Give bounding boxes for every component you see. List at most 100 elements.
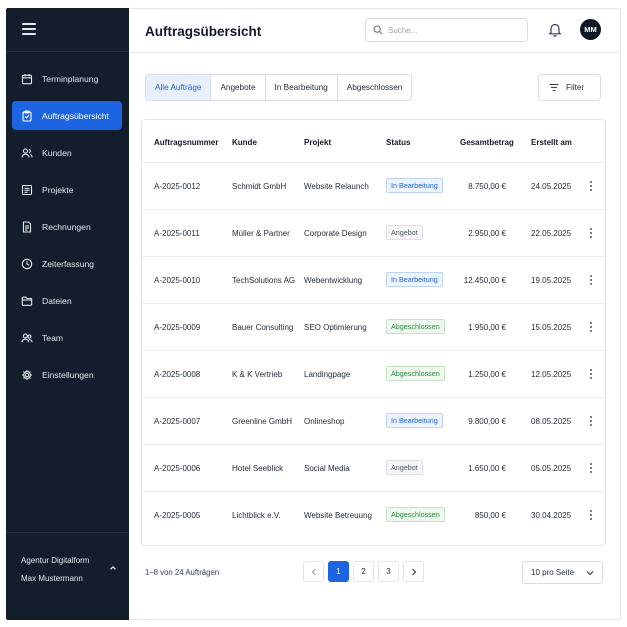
team-icon: [21, 333, 33, 342]
sidebar-item-team[interactable]: Team: [12, 323, 122, 352]
bell-icon[interactable]: [548, 22, 562, 37]
tab-in-bearbeitung[interactable]: In Bearbeitung: [265, 75, 338, 100]
tab-alle-auftraege[interactable]: Alle Aufträge: [146, 75, 212, 100]
more-actions-icon[interactable]: [588, 227, 594, 239]
app-window: Terminplanung Auftragsübersicht Kunden P…: [6, 8, 621, 620]
order-number: A-2025-0005: [154, 511, 201, 520]
sidebar: Terminplanung Auftragsübersicht Kunden P…: [6, 8, 129, 620]
previous-page-button[interactable]: [303, 561, 324, 582]
sidebar-item-label: Terminplanung: [42, 73, 99, 84]
page-button-2[interactable]: 2: [353, 561, 374, 582]
order-amount: 9.800,00 €: [468, 417, 506, 426]
calendar-icon: [21, 73, 33, 84]
customer-name: Müller & Partner: [232, 229, 290, 238]
chevron-down-icon: [586, 571, 594, 576]
page-size-value: 10 pro Seite: [531, 568, 575, 577]
table-row[interactable]: A-2025-0012 Schmidt GmbH Website Relaunc…: [142, 163, 605, 210]
sidebar-item-label: Projekte: [42, 184, 74, 195]
status-badge: Abgeschlossen: [386, 319, 445, 334]
menu-icon[interactable]: [22, 23, 36, 35]
customer-name: K & K Vertrieb: [232, 370, 283, 379]
sidebar-item-kunden[interactable]: Kunden: [12, 138, 122, 167]
next-page-button[interactable]: [403, 561, 424, 582]
pagination-info: 1–8 von 24 Aufträgen: [145, 568, 220, 577]
project-name: Social Media: [304, 464, 350, 473]
status-badge: Abgeschlossen: [386, 366, 445, 381]
table-row[interactable]: A-2025-0010 TechSolutions AG Webentwickl…: [142, 257, 605, 304]
chevron-up-icon[interactable]: [109, 564, 117, 572]
sidebar-item-dateien[interactable]: Dateien: [12, 286, 122, 315]
created-date: 24.05.2025: [531, 182, 572, 191]
page-title: Auftragsübersicht: [145, 24, 262, 39]
status-badge: Angebot: [386, 225, 423, 240]
search-icon: [373, 25, 383, 35]
column-header-auftragsnummer[interactable]: Auftragsnummer: [154, 138, 218, 147]
sidebar-item-terminplanung[interactable]: Terminplanung: [12, 64, 122, 93]
more-actions-icon[interactable]: [588, 180, 594, 192]
column-header-gesamtbetrag[interactable]: Gesamtbetrag: [460, 138, 514, 147]
tab-angebote[interactable]: Angebote: [211, 75, 266, 100]
sidebar-item-auftragsuebersicht[interactable]: Auftragsübersicht: [12, 101, 122, 130]
table-header: Auftragsnummer Kunde Projekt Status Gesa…: [142, 120, 605, 163]
sidebar-item-label: Auftragsübersicht: [42, 110, 109, 121]
table-row[interactable]: A-2025-0007 Greenline GmbH Onlineshop In…: [142, 398, 605, 445]
main-content: Auftragsübersicht MM Alle Aufträge Angeb…: [129, 8, 621, 620]
sidebar-divider: [6, 532, 129, 533]
status-badge: In Bearbeitung: [386, 178, 443, 193]
sidebar-item-einstellungen[interactable]: Einstellungen: [12, 360, 122, 389]
project-name: Onlineshop: [304, 417, 345, 426]
table-row[interactable]: A-2025-0009 Bauer Consulting SEO Optimie…: [142, 304, 605, 351]
table-row[interactable]: A-2025-0006 Hotel Seeblick Social Media …: [142, 445, 605, 492]
order-amount: 1.950,00 €: [468, 323, 506, 332]
page-button-3[interactable]: 3: [378, 561, 399, 582]
sidebar-item-label: Kunden: [42, 147, 72, 158]
status-badge: Abgeschlossen: [386, 507, 445, 522]
more-actions-icon[interactable]: [588, 415, 594, 427]
order-number: A-2025-0007: [154, 417, 201, 426]
chevron-left-icon: [311, 568, 316, 575]
filter-button[interactable]: Filter: [538, 74, 601, 101]
order-amount: 1.650,00 €: [468, 464, 506, 473]
filter-label: Filter: [566, 83, 585, 92]
customer-name: TechSolutions AG: [232, 276, 296, 285]
more-actions-icon[interactable]: [588, 462, 594, 474]
column-header-status[interactable]: Status: [386, 138, 410, 147]
table-row[interactable]: A-2025-0011 Müller & Partner Corporate D…: [142, 210, 605, 257]
avatar[interactable]: MM: [580, 19, 601, 40]
column-header-erstellt-am[interactable]: Erstellt am: [531, 138, 572, 147]
project-name: SEO Optimierung: [304, 323, 367, 332]
order-number: A-2025-0006: [154, 464, 201, 473]
tab-abgeschlossen[interactable]: Abgeschlossen: [337, 75, 412, 100]
page-size-select[interactable]: 10 pro Seite: [522, 561, 603, 584]
page-button-1[interactable]: 1: [328, 561, 349, 582]
column-header-kunde[interactable]: Kunde: [232, 138, 257, 147]
customer-name: Bauer Consulting: [232, 323, 294, 332]
created-date: 19.05.2025: [531, 276, 572, 285]
status-badge: In Bearbeitung: [386, 413, 443, 428]
status-badge: In Bearbeitung: [386, 272, 443, 287]
order-number: A-2025-0012: [154, 182, 201, 191]
customer-name: Hotel Seeblick: [232, 464, 284, 473]
sidebar-item-zeiterfassung[interactable]: Zeiterfassung: [12, 249, 122, 278]
more-actions-icon[interactable]: [588, 274, 594, 286]
project-name: Landingpage: [304, 370, 351, 379]
search-input[interactable]: [388, 25, 518, 35]
table-row[interactable]: A-2025-0008 K & K Vertrieb Landingpage A…: [142, 351, 605, 398]
project-name: Website Betreuung: [304, 511, 372, 520]
created-date: 22.05.2025: [531, 229, 572, 238]
order-amount: 12.450,00 €: [463, 276, 506, 285]
customer-name: Greenline GmbH: [232, 417, 293, 426]
users-icon: [21, 147, 33, 158]
orders-table: Auftragsnummer Kunde Projekt Status Gesa…: [141, 119, 606, 546]
more-actions-icon[interactable]: [588, 321, 594, 333]
search-box[interactable]: [365, 18, 528, 42]
more-actions-icon[interactable]: [588, 509, 594, 521]
column-header-projekt[interactable]: Projekt: [304, 138, 331, 147]
more-actions-icon[interactable]: [588, 368, 594, 380]
sidebar-item-rechnungen[interactable]: Rechnungen: [12, 212, 122, 241]
pagination: 1 2 3: [303, 561, 428, 582]
table-row[interactable]: A-2025-0005 Lichtblick e.V. Website Betr…: [142, 492, 605, 539]
account-switcher[interactable]: Agentur Digitalform Max Mustermann: [21, 556, 117, 583]
sidebar-item-projekte[interactable]: Projekte: [12, 175, 122, 204]
invoice-icon: [22, 220, 32, 233]
